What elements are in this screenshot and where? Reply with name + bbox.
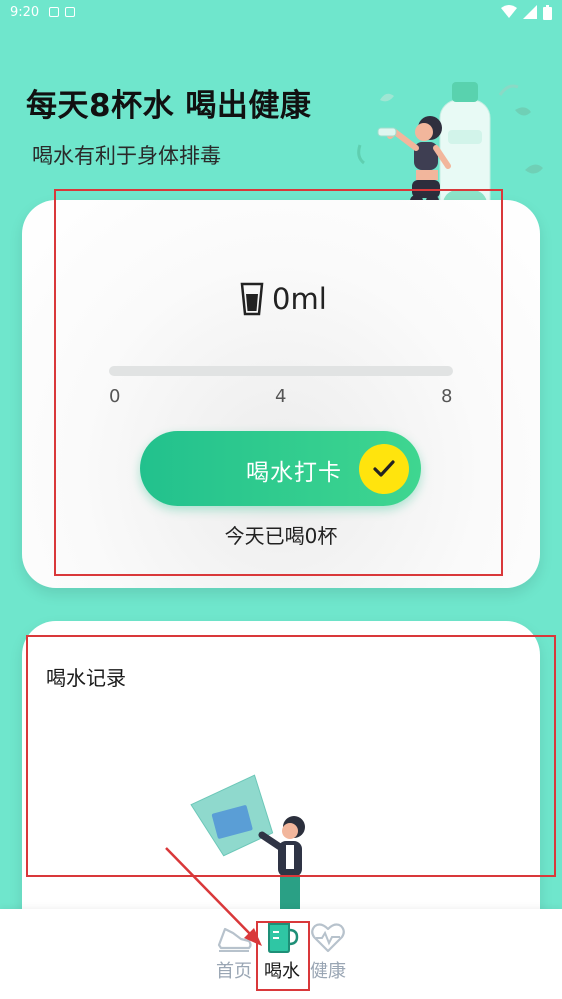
- progress-tick-min: 0: [109, 386, 121, 407]
- wifi-icon: [501, 5, 517, 18]
- system-icons: [501, 4, 552, 20]
- nav-label-health: 健康: [310, 961, 346, 982]
- heart-pulse-icon: [308, 921, 348, 955]
- intake-amount: 0ml: [272, 282, 327, 316]
- gallery-notification-icon: [49, 7, 60, 17]
- today-cups-text: 今天已喝0杯: [224, 524, 338, 548]
- nav-label-drink: 喝水: [264, 961, 300, 982]
- page-subline: 喝水有利于身体排毒: [32, 144, 221, 168]
- check-icon: [359, 444, 409, 494]
- notification-icons: [49, 7, 76, 17]
- signal-icon: [523, 5, 537, 19]
- app-notification-icon: [65, 7, 76, 17]
- record-title: 喝水记录: [46, 666, 126, 690]
- nav-item-health[interactable]: 健康: [298, 921, 358, 983]
- page-headline: 每天8杯水 喝出健康: [26, 88, 312, 124]
- shoe-icon: [214, 921, 254, 955]
- status-time: 9:20: [10, 4, 40, 20]
- cup-icon: [262, 921, 302, 955]
- drink-checkin-button[interactable]: 喝水打卡: [140, 431, 421, 506]
- glass-icon: [240, 282, 264, 316]
- intake-display: 0ml: [240, 282, 327, 316]
- progress-tick-mid: 4: [275, 386, 287, 407]
- battery-icon: [543, 4, 552, 20]
- man-drinking-illustration: [190, 774, 305, 915]
- progress-tick-max: 8: [441, 386, 453, 407]
- status-bar: 9:20: [0, 0, 562, 24]
- bottom-nav: 首页 喝水 健康: [0, 909, 562, 999]
- nav-label-home: 首页: [216, 961, 252, 982]
- intake-progress-bar: [109, 366, 453, 376]
- checkin-label: 喝水打卡: [246, 460, 342, 486]
